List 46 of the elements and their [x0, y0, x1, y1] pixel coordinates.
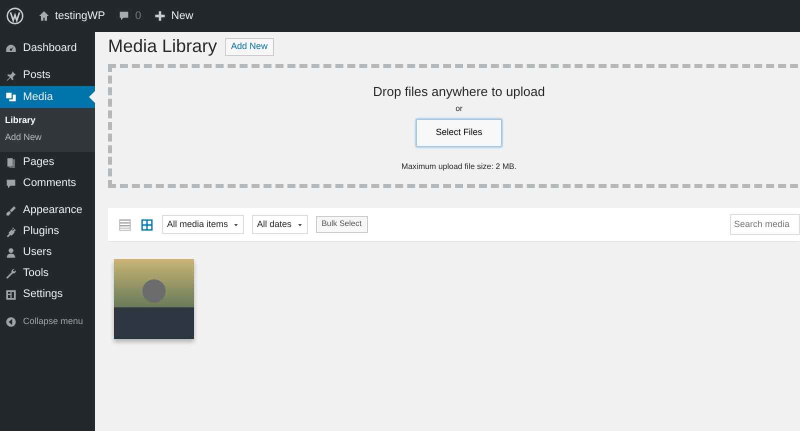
collapse-menu-button[interactable]: Collapse menu — [0, 311, 95, 332]
select-files-button[interactable]: Select Files — [416, 118, 502, 147]
grid-view-icon[interactable] — [140, 218, 154, 232]
plug-icon — [5, 226, 17, 238]
caret-icon — [233, 222, 240, 228]
comment-count: 0 — [135, 8, 142, 24]
menu-item[interactable]: Comments — [0, 173, 95, 194]
dashboard-icon — [5, 42, 17, 54]
bulk-select-button[interactable]: Bulk Select — [316, 216, 368, 233]
menu-item[interactable]: Dashboard — [0, 38, 95, 59]
plus-icon — [154, 10, 166, 22]
wordpress-logo-icon[interactable] — [6, 7, 24, 25]
brush-icon — [5, 204, 17, 216]
new-link[interactable]: New — [150, 0, 202, 32]
settings-icon — [5, 288, 17, 300]
submenu-item[interactable]: Library — [0, 112, 95, 129]
comment-icon — [118, 10, 130, 22]
menu-item[interactable]: Plugins — [0, 221, 95, 242]
pages-icon — [5, 156, 17, 168]
upload-dropzone[interactable]: Drop files anywhere to upload or Select Files Maximum upload file size: 2 MB. — [108, 64, 800, 188]
wrench-icon — [5, 268, 17, 280]
menu-item[interactable]: Pages — [0, 152, 95, 173]
user-icon — [5, 246, 17, 258]
menu-item[interactable]: Media — [0, 86, 95, 108]
upload-size-note: Maximum upload file size: 2 MB. — [401, 160, 517, 173]
home-icon — [38, 10, 50, 22]
upload-heading: Drop files anywhere to upload — [373, 84, 545, 100]
collapse-icon — [5, 316, 17, 328]
page-title: Media Library — [108, 36, 218, 58]
media-icon — [5, 91, 17, 103]
menu-item[interactable]: Tools — [0, 263, 95, 284]
menu-item[interactable]: Settings — [0, 284, 95, 305]
add-new-button[interactable]: Add New — [225, 38, 274, 56]
menu-item[interactable]: Appearance — [0, 200, 95, 221]
menu-item[interactable]: Users — [0, 242, 95, 263]
photo-placeholder[interactable] — [114, 259, 194, 339]
submenu-item[interactable]: Add New — [0, 129, 95, 146]
menu-item[interactable]: Posts — [0, 65, 95, 86]
site-name-link[interactable]: testingWP — [34, 0, 114, 32]
caret-icon — [296, 222, 303, 228]
pin-icon — [5, 70, 17, 82]
filter-dropdown[interactable]: All media items — [162, 214, 244, 234]
comment-icon — [5, 178, 17, 190]
or-label: or — [455, 102, 463, 115]
filter-dropdown[interactable]: All dates — [252, 214, 308, 234]
search-field[interactable]: Search media — [730, 214, 800, 236]
